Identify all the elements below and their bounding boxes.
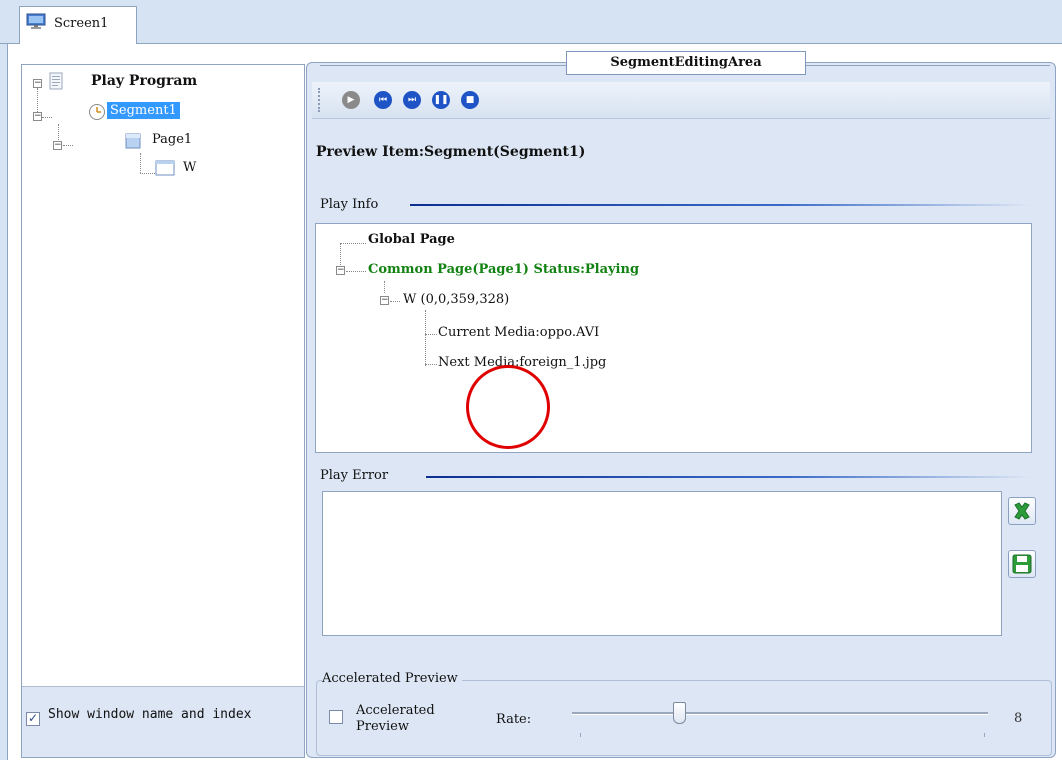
tree-node-segment[interactable]: Segment1 [107, 102, 180, 119]
page-icon [125, 133, 141, 149]
clear-errors-button[interactable] [1008, 497, 1036, 525]
play-info-label: Play Info [320, 197, 383, 212]
tree-connector [384, 281, 385, 293]
program-tree [22, 65, 304, 685]
play-info-tree [315, 223, 1032, 453]
tree-connector [340, 243, 366, 244]
play-icon[interactable]: ▶ [342, 91, 360, 109]
show-window-checkbox[interactable]: ✓ [26, 712, 40, 726]
tree-connector [42, 117, 52, 118]
tree-node-page[interactable]: Page1 [152, 132, 192, 147]
monitor-icon [26, 13, 46, 29]
clear-icon [1014, 502, 1030, 520]
rate-slider-thumb[interactable] [673, 702, 686, 724]
preview-item-label: Preview Item:Segment(Segment1) [316, 144, 586, 160]
window-icon [155, 160, 175, 176]
pause-icon[interactable]: ❚❚ [432, 91, 450, 109]
rate-slider-track[interactable] [572, 712, 988, 715]
collapse-toggle[interactable]: − [33, 112, 42, 121]
tree-node-program[interactable]: Play Program [91, 73, 197, 89]
group-divider [426, 476, 1030, 478]
collapse-toggle[interactable]: − [33, 79, 42, 88]
tree-node-window[interactable]: W [183, 160, 196, 175]
tree-connector [346, 271, 366, 272]
common-page-node[interactable]: Common Page(Page1) Status:Playing [368, 262, 639, 277]
tab-label: Screen1 [54, 16, 109, 31]
tree-connector [390, 301, 400, 302]
slider-tick [984, 733, 985, 737]
playback-toolbar [312, 82, 1050, 119]
tree-connector [340, 243, 341, 265]
tree-connector [63, 145, 73, 146]
play-error-list[interactable] [322, 491, 1002, 636]
segment-label: Segment1 [107, 102, 180, 119]
previous-icon[interactable]: ⏮ [374, 91, 392, 109]
segment-editing-title: SegmentEditingArea [566, 51, 806, 75]
tree-connector [425, 334, 437, 335]
save-icon [1012, 554, 1032, 574]
current-media-node[interactable]: Current Media:oppo.AVI [438, 325, 599, 340]
collapse-toggle[interactable]: − [336, 266, 345, 275]
next-icon[interactable]: ⏭ [403, 91, 421, 109]
stop-icon[interactable]: ■ [461, 91, 479, 109]
tree-connector [425, 310, 426, 366]
highlight-circle [466, 365, 550, 449]
window-node[interactable]: W (0,0,359,328) [403, 292, 509, 307]
tree-connector [140, 173, 155, 174]
slider-tick [580, 733, 581, 737]
tree-connector [140, 153, 141, 173]
toolbar-grip[interactable] [318, 88, 323, 112]
accelerated-preview-checkbox[interactable] [329, 710, 343, 724]
clock-icon [89, 104, 105, 120]
collapse-toggle[interactable]: − [53, 141, 62, 150]
program-icon [49, 72, 63, 90]
accelerated-group-label: Accelerated Preview [322, 671, 462, 686]
global-page-node[interactable]: Global Page [368, 232, 455, 247]
accelerated-preview-label: Accelerated Preview [356, 703, 435, 734]
collapse-toggle[interactable]: − [380, 296, 389, 305]
show-window-label: Show window name and index [48, 707, 252, 722]
tab-screen1[interactable]: Screen1 [19, 6, 137, 45]
group-divider [410, 204, 1030, 206]
play-error-label: Play Error [320, 468, 393, 483]
save-errors-button[interactable] [1008, 550, 1036, 578]
tree-connector [425, 364, 437, 365]
rate-label: Rate: [496, 712, 532, 727]
rate-value: 8 [1014, 711, 1023, 726]
tab-strip [0, 0, 1062, 44]
